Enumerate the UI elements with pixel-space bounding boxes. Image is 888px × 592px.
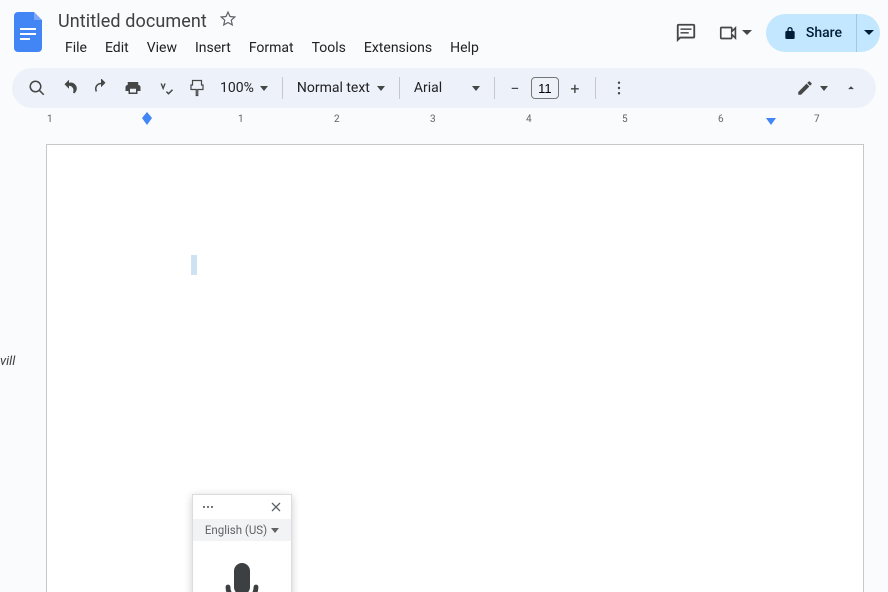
ruler-tick: 1 [47,114,53,125]
menu-help[interactable]: Help [443,36,486,60]
menubar: File Edit View Insert Format Tools Exten… [58,32,486,60]
ruler-tick: 1 [238,114,244,125]
font-size-group: − + [503,76,587,100]
separator [494,77,495,99]
undo-button[interactable] [54,73,84,103]
text-cursor [191,255,197,275]
redo-button[interactable] [86,73,116,103]
document-page[interactable] [46,144,864,592]
paragraph-style-selector[interactable]: Normal text [291,80,391,96]
decrease-font-size-button[interactable]: − [503,76,527,100]
voice-panel-more-icon[interactable] [197,496,219,518]
paragraph-style-value: Normal text [297,80,370,96]
menu-extensions[interactable]: Extensions [357,36,439,60]
spellcheck-button[interactable] [150,73,180,103]
voice-typing-panel: English (US) [192,494,292,592]
toolbar: 100% Normal text Arial − + [12,68,876,108]
menu-edit[interactable]: Edit [98,36,136,60]
zoom-value: 100% [220,80,254,96]
increase-font-size-button[interactable]: + [563,76,587,100]
font-family-value: Arial [414,80,442,96]
chevron-down-icon [472,86,480,91]
title-area: Untitled document File Edit View Insert … [58,8,486,60]
font-family-selector[interactable]: Arial [408,80,486,96]
menu-file[interactable]: File [58,36,94,60]
ruler-tick: 6 [718,114,724,125]
paint-format-button[interactable] [182,73,212,103]
menu-insert[interactable]: Insert [188,36,238,60]
separator [595,77,596,99]
microphone-icon [218,561,266,592]
ruler-tick: 3 [430,114,436,125]
zoom-selector[interactable]: 100% [214,80,274,96]
menu-view[interactable]: View [140,36,184,60]
ruler-tick: 7 [814,114,820,125]
voice-language-value: English (US) [205,523,267,537]
more-formatting-button[interactable] [604,73,634,103]
left-edge-text-peek: vill [0,354,15,369]
voice-language-selector[interactable]: English (US) [193,519,291,541]
ruler-tick: 4 [526,114,532,125]
horizontal-ruler[interactable]: 1 1 2 3 4 5 6 7 [12,112,876,130]
editing-mode-button[interactable] [790,79,834,97]
right-indent-marker[interactable] [766,118,776,125]
pencil-icon [796,79,814,97]
document-area: vill English (US) [0,132,888,592]
font-size-input[interactable] [531,77,559,99]
docs-logo[interactable] [12,8,48,56]
chevron-down-icon [271,528,279,533]
menu-format[interactable]: Format [242,36,301,60]
voice-panel-close-icon[interactable] [265,496,287,518]
chevron-down-icon [820,86,828,91]
document-title[interactable]: Untitled document [58,11,207,32]
share-dropdown[interactable] [856,14,880,52]
separator [399,77,400,99]
share-label: Share [806,25,842,41]
header-bar: Untitled document File Edit View Insert … [0,0,888,62]
share-button[interactable]: Share [766,14,856,52]
separator [282,77,283,99]
search-menus-button[interactable] [22,73,52,103]
left-indent-marker[interactable] [142,118,152,125]
ruler-tick: 2 [334,114,340,125]
share-button-group: Share [766,14,880,52]
lock-icon [782,25,798,41]
ruler-tick: 5 [622,114,628,125]
menu-tools[interactable]: Tools [305,36,353,60]
voice-mic-button[interactable] [193,541,291,592]
print-button[interactable] [118,73,148,103]
chevron-down-icon [377,86,385,91]
hide-menus-button[interactable] [836,73,866,103]
star-icon[interactable] [219,10,237,32]
meet-button[interactable] [718,22,752,44]
comments-icon[interactable] [668,15,704,51]
chevron-down-icon [260,86,268,91]
